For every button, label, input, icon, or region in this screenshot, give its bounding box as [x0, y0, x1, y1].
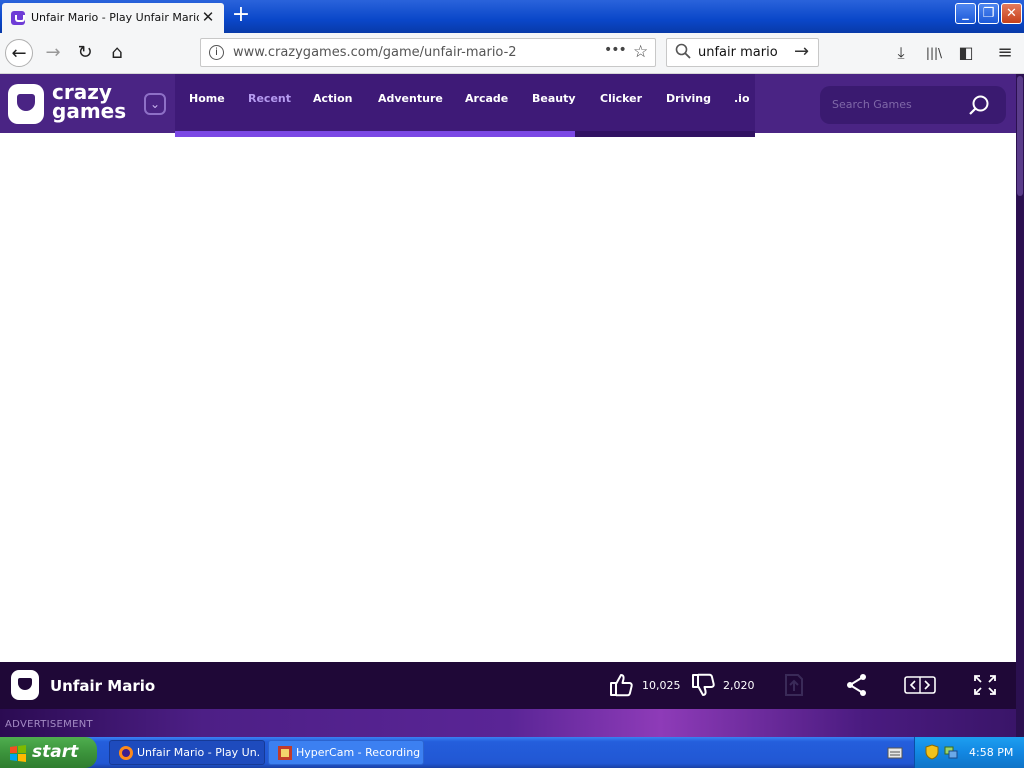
site-header: crazy games ⌄ Home Recent Action Adventu… — [0, 74, 1016, 133]
browser-titlebar: Unfair Mario - Play Unfair Mario on ✕ + … — [0, 0, 1024, 33]
nav-io[interactable]: .io — [734, 92, 750, 105]
bookmark-star-icon[interactable]: ☆ — [633, 42, 648, 62]
sidebar-icon[interactable]: ◧ — [954, 41, 978, 65]
browser-tab[interactable]: Unfair Mario - Play Unfair Mario on ✕ — [2, 3, 224, 33]
library-icon[interactable]: |||\ — [922, 41, 946, 65]
back-button[interactable]: ← — [5, 39, 33, 67]
game-toolbar: Unfair Mario 10,025 2,020 — [0, 662, 1016, 709]
page-actions-icon[interactable]: ••• — [604, 42, 627, 58]
theater-mode-icon[interactable] — [903, 672, 937, 698]
search-icon[interactable] — [968, 94, 990, 116]
menu-icon[interactable]: ≡ — [993, 41, 1017, 65]
system-tray: 4:58 PM — [914, 737, 1024, 768]
scrollbar-thumb[interactable] — [1017, 76, 1023, 196]
start-button[interactable]: start — [0, 737, 97, 768]
forward-button[interactable]: → — [39, 39, 67, 67]
windows-taskbar: start Unfair Mario - Play Un... HyperCam… — [0, 737, 1024, 768]
taskbar-item-label: HyperCam - Recording — [296, 746, 420, 759]
taskbar-item-hypercam[interactable]: HyperCam - Recording — [268, 740, 424, 765]
clock: 4:58 PM — [969, 746, 1014, 759]
category-nav: Home Recent Action Adventure Arcade Beau… — [175, 74, 755, 133]
game-frame[interactable] — [0, 137, 1016, 662]
dislike-count: 2,020 — [723, 679, 755, 692]
crazygames-favicon-icon — [11, 11, 25, 25]
game-title: Unfair Mario — [50, 677, 156, 695]
search-go-icon[interactable]: → — [794, 41, 809, 62]
network-icon[interactable] — [943, 744, 959, 760]
advertisement-label: ADVERTISEMENT — [5, 719, 93, 730]
tab-close-icon[interactable]: ✕ — [200, 9, 216, 25]
like-count: 10,025 — [642, 679, 681, 692]
new-tab-button[interactable]: + — [229, 4, 253, 28]
downloads-icon[interactable]: ⤓ — [889, 41, 913, 65]
home-button[interactable]: ⌂ — [103, 39, 131, 67]
nav-home[interactable]: Home — [189, 92, 225, 105]
share-icon[interactable] — [843, 672, 871, 698]
close-window-button[interactable]: ✕ — [1001, 3, 1022, 24]
taskbar-item-label: Unfair Mario - Play Un... — [137, 746, 261, 759]
crazygames-logo-icon[interactable] — [8, 84, 44, 124]
browser-toolbar: ← → ↻ ⌂ i www.crazygames.com/game/unfair… — [0, 33, 1024, 74]
address-bar[interactable]: i www.crazygames.com/game/unfair-mario-2… — [200, 38, 656, 67]
logo-line-2: games — [52, 99, 127, 123]
fullscreen-icon[interactable] — [971, 672, 999, 698]
nav-beauty[interactable]: Beauty — [532, 92, 576, 105]
nav-recent[interactable]: Recent — [248, 92, 291, 105]
security-shield-icon[interactable] — [924, 744, 940, 760]
crazygames-logo-icon — [11, 670, 39, 700]
site-search-input[interactable]: Search Games — [832, 98, 912, 111]
add-to-favorites-icon[interactable] — [780, 672, 808, 698]
nav-driving[interactable]: Driving — [666, 92, 711, 105]
hypercam-icon — [278, 746, 292, 760]
restore-button[interactable]: ❐ — [978, 3, 999, 24]
nav-arcade[interactable]: Arcade — [465, 92, 508, 105]
site-info-icon[interactable]: i — [209, 45, 224, 60]
thumbs-up-icon[interactable] — [608, 672, 636, 698]
firefox-icon — [119, 746, 133, 760]
search-icon — [675, 43, 691, 59]
page-scrollbar[interactable] — [1016, 74, 1024, 737]
minimize-button[interactable]: _ — [955, 3, 976, 24]
start-label: start — [32, 742, 79, 762]
chevron-down-icon[interactable]: ⌄ — [144, 93, 166, 115]
url-text[interactable]: www.crazygames.com/game/unfair-mario-2 — [233, 45, 517, 60]
search-input[interactable]: unfair mario — [698, 45, 778, 60]
site-search[interactable]: Search Games — [820, 86, 1006, 124]
keyboard-icon[interactable] — [887, 746, 903, 760]
crazygames-logo[interactable]: crazy games — [52, 82, 127, 123]
advertisement-banner[interactable]: ADVERTISEMENT — [0, 709, 1016, 737]
taskbar-item-firefox[interactable]: Unfair Mario - Play Un... — [109, 740, 265, 765]
thumbs-down-icon[interactable] — [690, 672, 718, 698]
nav-action[interactable]: Action — [313, 92, 352, 105]
nav-clicker[interactable]: Clicker — [600, 92, 642, 105]
reload-button[interactable]: ↻ — [71, 39, 99, 67]
browser-search-box[interactable]: unfair mario → — [666, 38, 819, 67]
tab-title: Unfair Mario - Play Unfair Mario on — [31, 11, 199, 24]
nav-adventure[interactable]: Adventure — [378, 92, 443, 105]
windows-flag-icon — [10, 745, 26, 762]
